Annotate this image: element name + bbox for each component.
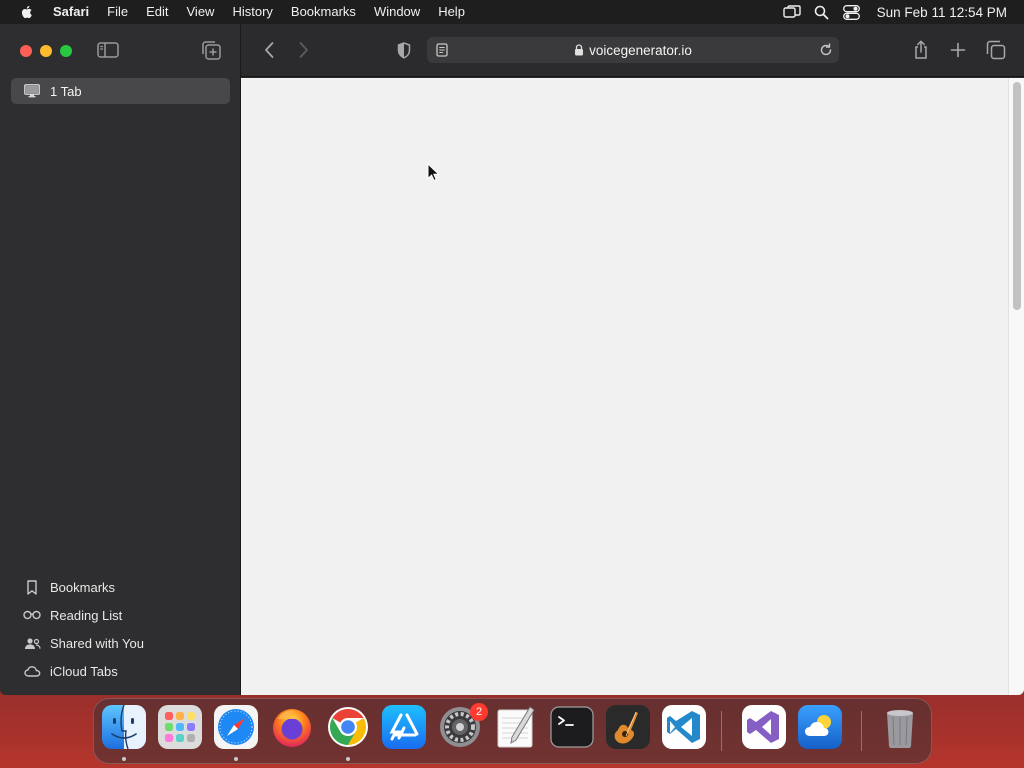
dock-garageband[interactable] (606, 705, 650, 749)
sidebar-item-bookmarks[interactable]: Bookmarks (0, 573, 240, 601)
sidebar-item-label: Shared with You (50, 635, 144, 651)
lock-icon (575, 44, 584, 56)
apple-logo-icon[interactable] (19, 4, 35, 20)
menu-help[interactable]: Help (429, 0, 474, 24)
dock-launchpad[interactable] (158, 705, 202, 749)
app-store-icon (382, 705, 426, 749)
tab-group-label: 1 Tab (50, 83, 82, 99)
sidebar-item-label: Bookmarks (50, 579, 116, 595)
dock-weather[interactable] (798, 705, 842, 749)
dock-trash[interactable] (878, 705, 922, 749)
screen-mirroring-icon[interactable] (782, 3, 801, 21)
dock-finder[interactable] (102, 704, 146, 750)
dock-separator (721, 711, 722, 751)
close-window-button[interactable] (20, 45, 32, 57)
launchpad-icon (158, 705, 202, 749)
privacy-report-button[interactable] (395, 40, 413, 60)
sidebar-item-shared-with-you[interactable]: Shared with You (0, 629, 240, 657)
sidebar-toggle-icon[interactable] (97, 41, 119, 59)
shield-icon (397, 41, 411, 59)
reload-icon[interactable] (818, 42, 834, 58)
notification-badge: 2 (470, 703, 488, 721)
menu-view[interactable]: View (178, 0, 224, 24)
plus-icon (950, 42, 966, 58)
sidebar-item-reading-list[interactable]: Reading List (0, 601, 240, 629)
dock-firefox[interactable] (270, 705, 314, 749)
cloud-icon (23, 663, 41, 679)
visual-studio-icon (742, 705, 786, 749)
share-button[interactable] (911, 39, 931, 61)
sidebar-item-label: iCloud Tabs (50, 663, 118, 679)
forward-button[interactable] (294, 39, 314, 61)
mouse-cursor-icon (427, 163, 439, 182)
running-indicator (234, 757, 238, 761)
dock-separator (861, 711, 862, 751)
menu-file[interactable]: File (98, 0, 137, 24)
address-bar[interactable]: voicegenerator.io (427, 37, 839, 63)
safari-icon (214, 705, 258, 749)
firefox-icon (273, 709, 311, 747)
menu-window[interactable]: Window (365, 0, 429, 24)
garageband-icon (606, 705, 650, 749)
dock-textedit[interactable] (494, 705, 538, 749)
dock-system-settings[interactable]: 2 (438, 703, 488, 749)
scrollbar-thumb[interactable] (1013, 82, 1021, 310)
dock-app-store[interactable] (382, 705, 426, 749)
vertical-scrollbar[interactable] (1008, 78, 1024, 695)
sidebar-item-icloud-tabs[interactable]: iCloud Tabs (0, 657, 240, 685)
finder-icon (102, 704, 146, 750)
web-content-area[interactable] (241, 78, 1024, 695)
reader-view-icon[interactable] (436, 43, 448, 57)
chevron-left-icon (265, 42, 274, 58)
sidebar-bottom-links: Bookmarks Reading List Shared with You i… (0, 573, 240, 685)
bookmark-icon (23, 579, 41, 595)
sidebar-item-label: Reading List (50, 607, 123, 623)
back-button[interactable] (259, 39, 279, 61)
dock-vscode[interactable] (662, 705, 706, 749)
minimize-window-button[interactable] (40, 45, 52, 57)
window-controls (20, 45, 72, 57)
menu-app-safari[interactable]: Safari (51, 0, 98, 24)
trash-icon (887, 710, 913, 748)
dock-chrome[interactable] (326, 705, 370, 749)
textedit-icon (497, 706, 535, 748)
dock: 2 (93, 698, 932, 764)
vscode-icon (662, 705, 706, 749)
zoom-window-button[interactable] (60, 45, 72, 57)
url-text: voicegenerator.io (589, 42, 692, 58)
chrome-icon (328, 707, 368, 747)
safari-window: 1 Tab Bookmarks Reading List Shared with… (0, 24, 1024, 695)
spotlight-search-icon[interactable] (813, 3, 831, 21)
share-icon (915, 40, 927, 59)
dock-terminal[interactable] (550, 705, 594, 749)
menu-clock[interactable]: Sun Feb 11 12:54 PM (877, 5, 1007, 20)
menu-history[interactable]: History (223, 0, 281, 24)
menu-bookmarks[interactable]: Bookmarks (282, 0, 365, 24)
dock-visual-studio[interactable] (742, 705, 786, 749)
monitor-icon (24, 84, 40, 98)
weather-icon (798, 705, 842, 749)
status-area: Sun Feb 11 12:54 PM (771, 0, 1024, 24)
menu-edit[interactable]: Edit (137, 0, 177, 24)
new-tab-group-icon[interactable] (201, 40, 222, 61)
tab-overview-icon (986, 40, 1006, 60)
shared-with-you-icon (23, 635, 41, 651)
chevron-right-icon (299, 42, 308, 58)
running-indicator (122, 757, 126, 761)
control-center-icon[interactable] (843, 3, 861, 21)
glasses-icon (23, 607, 41, 623)
terminal-icon (550, 706, 594, 748)
sidebar: 1 Tab Bookmarks Reading List Shared with… (0, 24, 241, 695)
sidebar-tab-group[interactable]: 1 Tab (11, 78, 230, 104)
tab-overview-button[interactable] (985, 39, 1007, 61)
dock-safari[interactable] (214, 705, 258, 749)
menu-bar: Safari File Edit View History Bookmarks … (0, 0, 1024, 24)
running-indicator (346, 757, 350, 761)
new-tab-button[interactable] (948, 40, 968, 60)
browser-toolbar: voicegenerator.io (241, 24, 1024, 77)
